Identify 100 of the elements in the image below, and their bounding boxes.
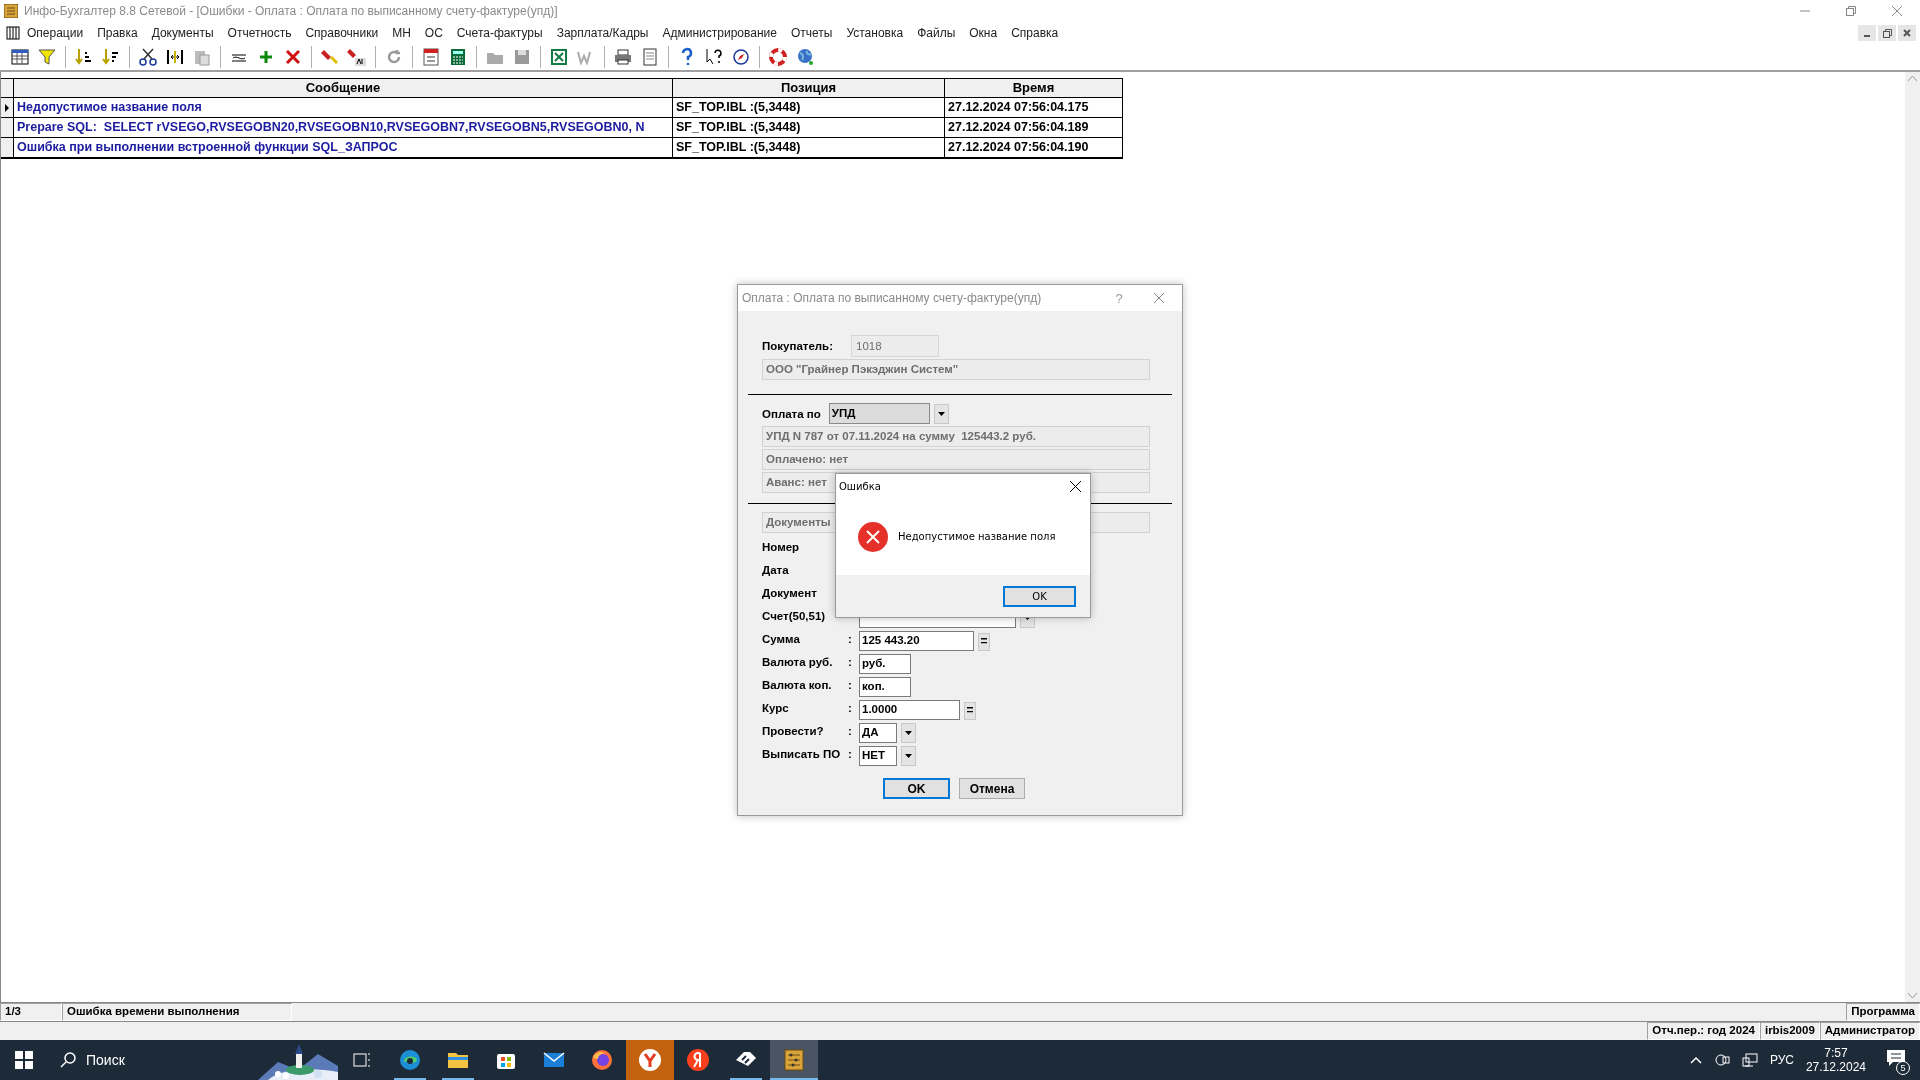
column-header[interactable]: Позиция	[673, 79, 945, 98]
calculator-icon[interactable]	[448, 47, 468, 67]
buyer-name-field: ООО "Грайнер Пэкэджин Систем"	[762, 359, 1150, 380]
error-icon	[858, 521, 888, 552]
globe-icon[interactable]	[795, 47, 815, 67]
currency-field[interactable]: коп.	[859, 677, 911, 697]
flashlight-icon[interactable]	[320, 47, 340, 67]
compass-icon[interactable]	[731, 47, 751, 67]
date-text: 27.12.2024	[1805, 1060, 1866, 1074]
restore-button[interactable]	[1878, 25, 1896, 41]
network-icon[interactable]	[1741, 1052, 1758, 1068]
calculate-button[interactable]: =	[964, 702, 976, 720]
spreadsheet-icon[interactable]	[549, 47, 569, 67]
sort-ascending-icon[interactable]	[74, 47, 94, 67]
close-icon[interactable]	[1069, 480, 1081, 492]
lifebuoy-icon[interactable]	[768, 47, 788, 67]
filter-icon[interactable]	[37, 47, 57, 67]
browser-icon[interactable]	[637, 1047, 663, 1073]
page-preview-icon[interactable]	[640, 47, 660, 67]
amount-field[interactable]: 125 443.20	[859, 631, 974, 651]
buyer-label: Покупатель:	[762, 340, 834, 352]
document-icon[interactable]	[6, 26, 20, 40]
rate-field[interactable]: 1.0000	[859, 700, 960, 720]
caret-down-icon	[937, 411, 945, 416]
menu-item[interactable]: МН	[385, 26, 418, 40]
replace-icon[interactable]	[347, 47, 367, 67]
table-cell: SF_TOP.IBL :(5,3448)	[673, 118, 945, 138]
language-indicator[interactable]: РУС	[1769, 1053, 1794, 1067]
menu-item[interactable]: Операции	[20, 26, 91, 40]
table-cell: SF_TOP.IBL :(5,3448)	[673, 138, 945, 158]
dropdown-button[interactable]	[901, 723, 916, 743]
dialog-title: Ошибка	[839, 480, 881, 492]
colon: :	[848, 655, 853, 670]
row-indicator[interactable]	[1, 118, 14, 138]
choice-field[interactable]: НЕТ	[859, 746, 897, 766]
mode-indicator: Программа	[1846, 1003, 1920, 1021]
calculate-button[interactable]: =	[978, 633, 990, 651]
ok-button[interactable]: OK	[1003, 585, 1076, 607]
row-indicator[interactable]	[1, 98, 14, 118]
error-message: Недопустимое название поля	[898, 531, 1056, 542]
columns-icon[interactable]	[165, 47, 185, 67]
field-label: Курс	[762, 701, 790, 716]
menu-item[interactable]: Окна	[962, 26, 1005, 40]
column-header[interactable]: Сообщение	[14, 79, 673, 98]
menu-item[interactable]: Отчеты	[783, 26, 840, 40]
delete-icon[interactable]	[283, 47, 303, 67]
clock[interactable]: 7:57 27.12.2024	[1805, 1046, 1866, 1074]
calendar-icon[interactable]	[421, 47, 441, 67]
time-text: 7:57	[1824, 1046, 1848, 1060]
menu-item[interactable]: Счета-фактуры	[449, 26, 550, 40]
task-view-icon[interactable]	[352, 1050, 372, 1070]
context-help-icon[interactable]	[704, 47, 724, 67]
menu-item[interactable]: ОС	[417, 26, 450, 40]
current-row-icon	[5, 103, 9, 112]
dropdown-button[interactable]	[933, 403, 949, 424]
minimize-button[interactable]	[1858, 25, 1876, 41]
search-field[interactable]: Поиск	[48, 1040, 338, 1080]
dialog-button[interactable]: Отмена	[959, 778, 1025, 799]
print-icon[interactable]	[613, 47, 633, 67]
dialog-button[interactable]: OK	[883, 778, 950, 799]
menu-item[interactable]: Администрирование	[655, 26, 784, 40]
payment-type-label: Оплата по	[762, 407, 821, 420]
field-label: Номер	[762, 540, 801, 555]
column-header[interactable]: Время	[945, 79, 1123, 98]
firefox-icon[interactable]	[590, 1048, 614, 1072]
menu-item[interactable]: Справка	[1004, 26, 1066, 40]
table-cell: Ошибка при выполнении встроенной функции SQL_ЗАПРОС	[14, 138, 673, 158]
save-icon[interactable]	[512, 47, 532, 67]
menu-item[interactable]: Правка	[90, 26, 145, 40]
menu-item[interactable]: Файлы	[910, 26, 963, 40]
database-indicator: irbis2009	[1759, 1022, 1820, 1040]
row-indicator[interactable]	[1, 138, 14, 158]
browser-icon[interactable]	[398, 1048, 422, 1072]
grid-icon[interactable]	[10, 47, 30, 67]
menu-item[interactable]: Отчетность	[220, 26, 299, 40]
app-icon	[4, 4, 18, 18]
start-icon[interactable]	[15, 1051, 33, 1069]
dropdown-button[interactable]	[901, 746, 916, 766]
colon: :	[848, 747, 853, 762]
choice-field[interactable]: ДА	[859, 723, 897, 743]
scissors-icon[interactable]	[138, 47, 158, 67]
abacus-icon[interactable]	[782, 1048, 806, 1072]
field-label: Дата	[762, 563, 790, 578]
restore-icon[interactable]	[1846, 6, 1856, 16]
payment-type-select[interactable]: УПД	[828, 403, 930, 424]
search-engine-icon[interactable]	[685, 1047, 711, 1073]
sort-descending-icon[interactable]	[101, 47, 121, 67]
close-button[interactable]	[1898, 25, 1916, 41]
search-icon	[60, 1052, 76, 1068]
field-label: Выписать ПО	[762, 747, 842, 762]
currency-field[interactable]: руб.	[859, 654, 911, 674]
record-counter: 1/3	[0, 1003, 62, 1021]
menu-item[interactable]: Справочники	[298, 26, 386, 40]
chevron-up-icon[interactable]	[1689, 1056, 1702, 1064]
menu-item[interactable]: Установка	[839, 26, 911, 40]
notification-icon[interactable]	[1886, 1049, 1906, 1067]
notification-count: 5	[1896, 1061, 1910, 1075]
menu-item[interactable]: Документы	[144, 26, 221, 40]
menu-item[interactable]: Зарплата/Кадры	[549, 26, 656, 40]
table-cell: SF_TOP.IBL :(5,3448)	[673, 98, 945, 118]
